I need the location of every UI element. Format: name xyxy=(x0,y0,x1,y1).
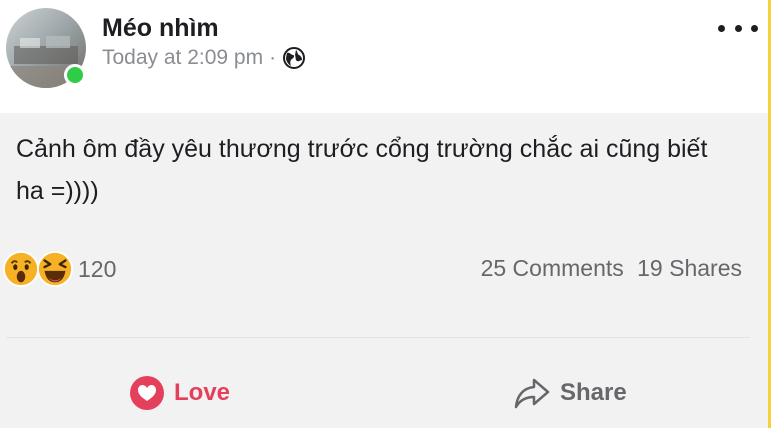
more-dot xyxy=(718,24,725,32)
post-stats: 25 Comments 19 Shares xyxy=(481,255,742,282)
post-text: Cảnh ôm đầy yêu thương trước cổng trường… xyxy=(16,135,708,205)
post-card: Méo nhìm Today at 2:09 pm · Cảnh ôm đầy … xyxy=(0,0,771,428)
globe-icon[interactable] xyxy=(282,46,306,70)
share-arrow-icon xyxy=(514,378,550,409)
online-status-dot xyxy=(64,64,86,86)
meta-separator: · xyxy=(269,46,277,69)
heart-icon xyxy=(130,376,164,410)
post-timestamp[interactable]: Today at 2:09 pm xyxy=(102,46,263,70)
more-dot xyxy=(751,24,758,32)
share-button[interactable]: Share xyxy=(512,370,627,416)
post-meta: Today at 2:09 pm · xyxy=(102,46,306,70)
love-button[interactable]: Love xyxy=(128,370,230,416)
reaction-count: 120 xyxy=(78,255,117,282)
haha-reaction-icon xyxy=(36,250,74,288)
reactions-summary[interactable]: 120 xyxy=(2,250,116,288)
author-name[interactable]: Méo nhìm xyxy=(102,14,219,43)
love-button-label: Love xyxy=(174,379,231,406)
more-dot xyxy=(734,24,742,32)
divider xyxy=(6,337,750,338)
wow-reaction-icon xyxy=(2,250,40,288)
shares-count-link[interactable]: 19 Shares xyxy=(637,255,742,281)
share-button-label: Share xyxy=(560,379,627,406)
comments-count-link[interactable]: 25 Comments xyxy=(481,255,624,281)
post-header: Méo nhìm Today at 2:09 pm · xyxy=(0,0,768,113)
more-options-icon[interactable] xyxy=(718,18,758,38)
